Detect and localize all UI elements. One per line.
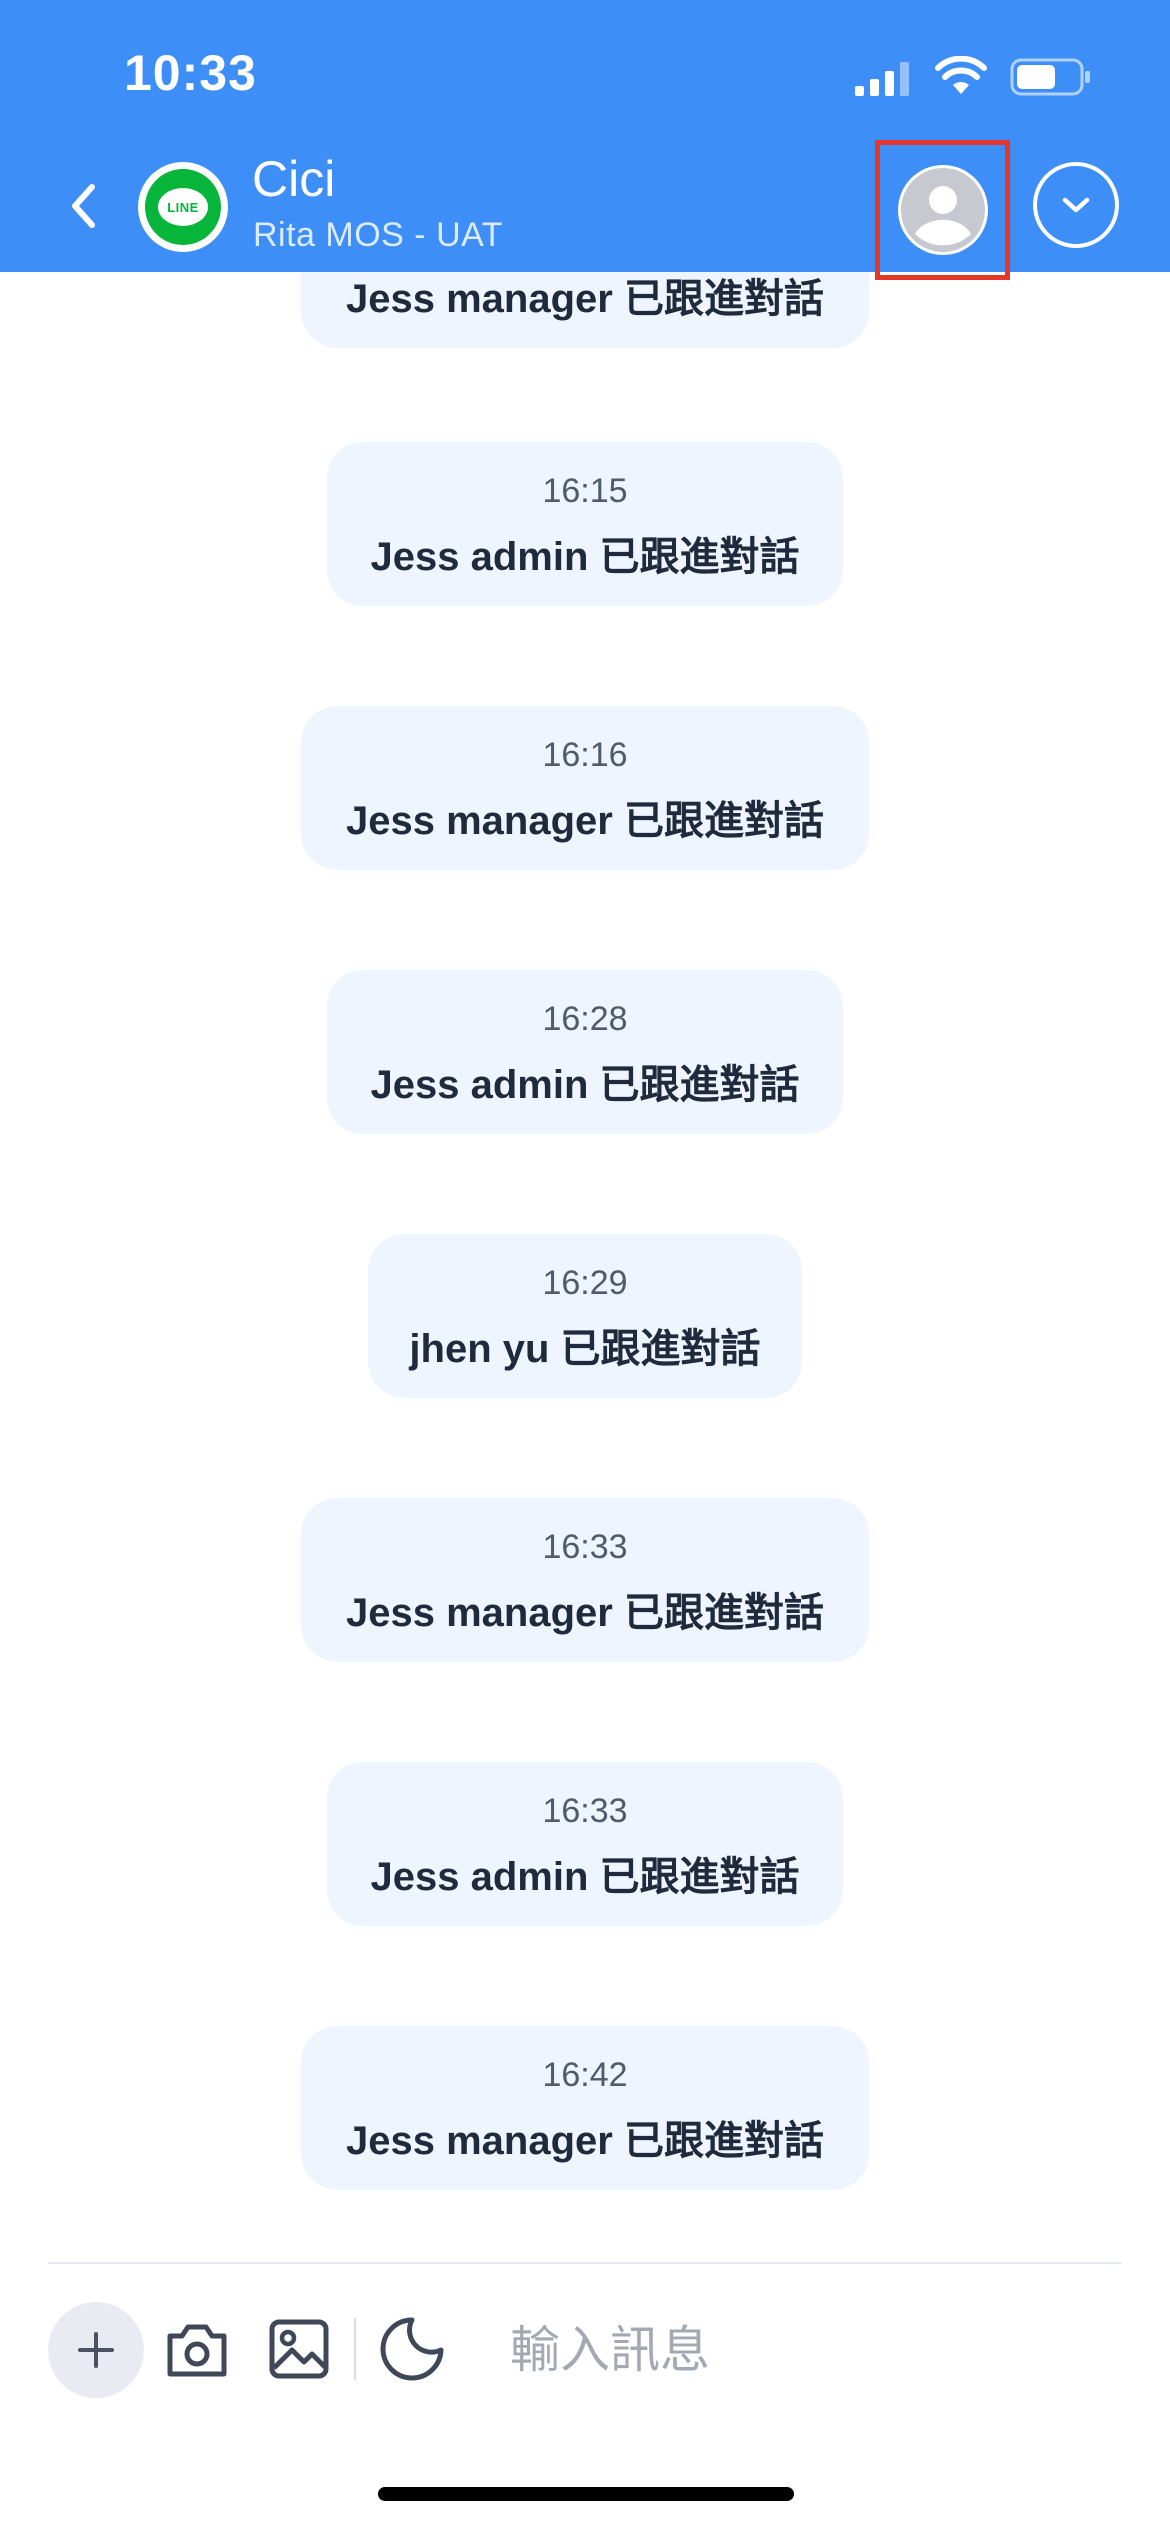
status-bar-time: 10:33 [124,45,257,101]
channel-subtitle: Rita MOS - UAT [253,216,504,254]
message-text: Jess manager 已跟進對話 [346,277,824,321]
chevron-left-icon [72,184,95,228]
message-text: Jess admin 已跟進對話 [370,1855,800,1899]
message-text: Jess manager 已跟進對話 [346,1591,824,1635]
line-logo-text: LINE [158,188,208,226]
message-text: Jess manager 已跟進對話 [346,2119,824,2163]
wifi-icon [935,56,987,94]
message-time: 16:16 [542,736,628,774]
message-time: 16:29 [542,1264,628,1302]
back-button[interactable] [58,176,108,236]
input-divider [48,2262,1122,2264]
system-message: 16:28 Jess admin 已跟進對話 [327,970,843,1134]
contact-name: Cici [252,151,336,207]
system-message: 16:16 Jess manager 已跟進對話 [301,706,869,870]
user-avatar-icon [900,168,985,252]
add-attachment-button[interactable] [48,2302,144,2398]
chevron-down-icon [1062,197,1090,213]
camera-icon[interactable] [164,2318,230,2380]
message-input[interactable] [510,2306,1110,2394]
plus-icon [78,2332,114,2368]
profile-button[interactable] [897,165,988,255]
image-icon[interactable] [268,2318,330,2380]
message-time: 16:42 [542,2056,628,2094]
message-time: 16:33 [542,1792,628,1830]
sticker-icon[interactable] [380,2316,444,2382]
cellular-signal-icon [855,62,909,96]
message-text: Jess admin 已跟進對話 [370,1063,800,1107]
chat-header: 10:33 LINE Cici Rita MOS - UAT [0,0,1170,280]
home-indicator [378,2487,794,2501]
message-time: 16:33 [542,1528,628,1566]
message-time: 16:15 [542,472,628,510]
system-message: 16:33 Jess admin 已跟進對話 [327,1762,843,1926]
message-time: 16:28 [542,1000,628,1038]
chat-screen: Jess manager 已跟進對話 16:15 Jess admin 已跟進對… [0,0,1170,2532]
battery-icon [1010,58,1090,96]
system-message: 16:42 Jess manager 已跟進對話 [301,2026,869,2190]
system-message: 16:33 Jess manager 已跟進對話 [301,1498,869,1662]
message-text: Jess admin 已跟進對話 [370,535,800,579]
more-options-button[interactable] [1033,162,1119,248]
line-channel-icon: LINE [138,162,228,252]
message-text: jhen yu 已跟進對話 [409,1327,761,1371]
system-message: 16:15 Jess admin 已跟進對話 [327,442,843,606]
message-list[interactable]: Jess manager 已跟進對話 16:15 Jess admin 已跟進對… [0,0,1170,2262]
message-text: Jess manager 已跟進對話 [346,799,824,843]
toolbar-divider [354,2318,356,2380]
highlight-box [875,140,1010,280]
system-message: 16:29 jhen yu 已跟進對話 [368,1234,802,1398]
